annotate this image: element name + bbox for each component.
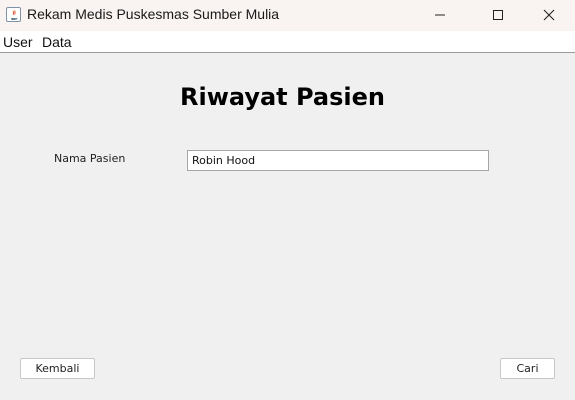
nama-pasien-input[interactable]	[187, 150, 489, 171]
menu-data[interactable]: Data	[42, 34, 72, 50]
minimize-icon	[435, 14, 445, 16]
close-button[interactable]	[526, 0, 572, 31]
java-app-icon	[6, 7, 21, 22]
app-window: Rekam Medis Puskesmas Sumber Mulia User …	[0, 0, 575, 400]
maximize-button[interactable]	[475, 0, 521, 31]
menu-bar: User Data	[0, 31, 575, 53]
nama-pasien-label: Nama Pasien	[54, 152, 126, 165]
menu-user[interactable]: User	[3, 34, 33, 50]
window-title: Rekam Medis Puskesmas Sumber Mulia	[27, 6, 280, 22]
maximize-icon	[493, 10, 503, 20]
title-bar[interactable]: Rekam Medis Puskesmas Sumber Mulia	[0, 0, 575, 31]
minimize-button[interactable]	[417, 0, 463, 31]
cari-button[interactable]: Cari	[500, 358, 555, 379]
close-icon	[543, 9, 555, 21]
kembali-button[interactable]: Kembali	[20, 358, 95, 379]
page-title: Riwayat Pasien	[179, 83, 386, 111]
